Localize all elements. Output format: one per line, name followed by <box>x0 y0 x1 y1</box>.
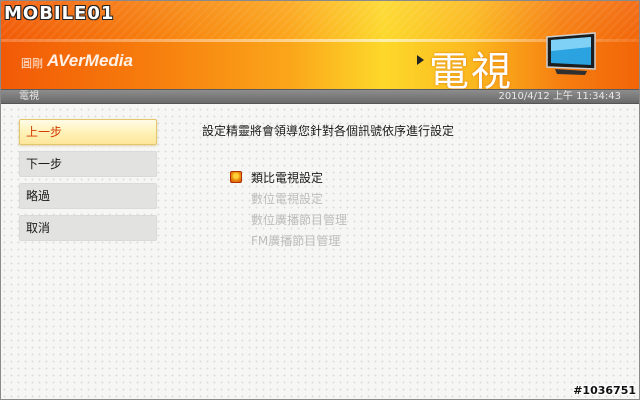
next-button[interactable]: 下一步 <box>19 151 157 177</box>
wizard-instruction: 設定精靈將會領導您針對各個訊號依序進行設定 <box>202 124 455 138</box>
step-label: FM廣播節目管理 <box>251 234 341 248</box>
current-step-indicator-icon <box>230 171 242 183</box>
step-fm-radio: FM廣播節目管理 <box>230 232 347 253</box>
title-arrow-icon <box>417 55 424 65</box>
watermark-id: #1036751 <box>573 384 636 397</box>
step-digital-radio: 數位廣播節目管理 <box>230 211 347 232</box>
back-button[interactable]: 上一步 <box>19 119 157 145</box>
cancel-button[interactable]: 取消 <box>19 215 157 241</box>
step-label: 數位電視設定 <box>251 192 324 206</box>
brand-logo: AVerMedia <box>47 51 133 70</box>
datetime-label: 2010/4/12 上午 11:34:43 <box>498 91 621 102</box>
section-label: 電視 <box>19 91 39 102</box>
wizard-nav: 上一步 下一步 略過 取消 <box>19 119 157 247</box>
step-label: 類比電視設定 <box>251 171 324 185</box>
step-analog-tv: 類比電視設定 <box>230 169 347 190</box>
brand-chinese-name: 圓剛 <box>21 57 43 70</box>
header-banner: 圓剛 AVerMedia 電視 MOBILE01 <box>1 1 639 89</box>
skip-button[interactable]: 略過 <box>19 183 157 209</box>
setup-steps-list: 類比電視設定 數位電視設定 數位廣播節目管理 FM廣播節目管理 <box>230 169 347 253</box>
step-label: 數位廣播節目管理 <box>251 213 348 227</box>
status-bar: 電視 2010/4/12 上午 11:34:43 <box>1 89 639 104</box>
step-digital-tv: 數位電視設定 <box>230 190 347 211</box>
watermark-logo: MOBILE01 <box>4 3 115 24</box>
app-window: 圓剛 AVerMedia 電視 MOBILE01 電視 2010/4/12 上午… <box>0 0 640 400</box>
tv-icon <box>546 32 596 75</box>
page-title: 電視 <box>429 49 513 89</box>
